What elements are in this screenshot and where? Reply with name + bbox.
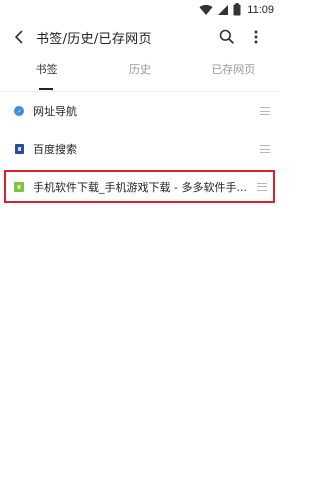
back-icon [14, 29, 24, 48]
bookmark-item-duoduo-software[interactable]: 手机软件下载_手机游戏下载 - 多多软件手... [4, 170, 275, 203]
drag-handle-icon[interactable] [257, 182, 267, 191]
site-icon [14, 181, 24, 192]
back-button[interactable] [8, 27, 30, 49]
tab-saved-pages[interactable]: 已存网页 [187, 58, 280, 90]
status-icons: 11:09 [199, 2, 274, 18]
tab-history[interactable]: 历史 [93, 58, 186, 90]
more-options-button[interactable] [245, 27, 267, 49]
bookmark-label: 手机软件下载_手机游戏下载 - 多多软件手... [33, 180, 247, 194]
signal-icon [217, 1, 229, 20]
bookmark-item-url-navigation[interactable]: 网址导航 [0, 92, 280, 130]
search-button[interactable] [215, 27, 237, 49]
header: 书签/历史/已存网页 [0, 20, 280, 56]
battery-icon [233, 1, 241, 20]
bookmark-label: 百度搜索 [33, 143, 77, 156]
bookmark-list: 网址导航 百度搜索 手机软件下载_手机游戏下载 - 多多软件手... [0, 92, 280, 203]
active-tab-indicator [39, 88, 53, 90]
search-icon [219, 29, 234, 48]
status-bar: 11:09 [0, 0, 280, 20]
tab-bar: 书签 历史 已存网页 [0, 58, 280, 90]
page-title: 书签/历史/已存网页 [36, 32, 152, 47]
baidu-icon [14, 144, 24, 154]
compass-icon [14, 106, 24, 116]
wifi-icon [199, 1, 213, 20]
drag-handle-icon[interactable] [260, 107, 270, 115]
more-vert-icon [254, 29, 258, 48]
bookmark-item-baidu[interactable]: 百度搜索 [0, 130, 280, 168]
tab-bookmarks[interactable]: 书签 [0, 58, 93, 90]
bookmark-label: 网址导航 [33, 105, 77, 118]
status-time: 11:09 [247, 4, 274, 16]
drag-handle-icon[interactable] [260, 145, 270, 153]
